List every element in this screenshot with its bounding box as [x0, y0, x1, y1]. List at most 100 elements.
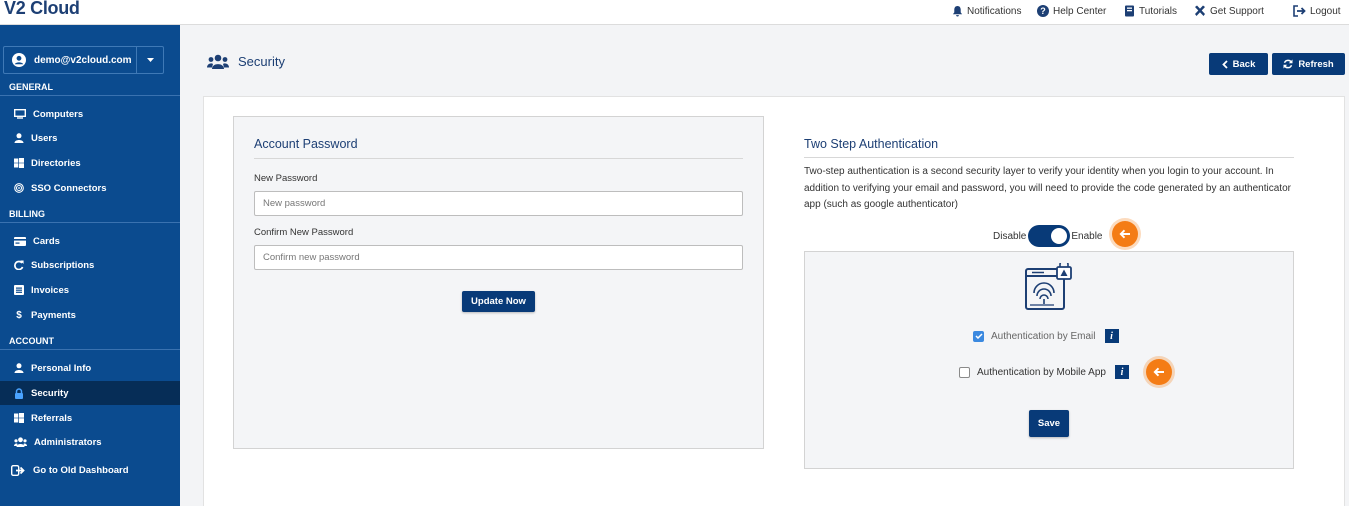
sidebar-item-security[interactable]: Security: [0, 381, 180, 405]
disable-label: Disable: [993, 230, 1027, 242]
sign-out-icon: [11, 464, 25, 476]
account-menu[interactable]: demo@v2cloud.com: [4, 53, 136, 67]
save-button[interactable]: Save: [1029, 410, 1069, 437]
auth-email-checkbox[interactable]: [973, 330, 984, 342]
new-password-input[interactable]: [254, 191, 743, 216]
top-bar: V2 Cloud Notifications ? Help Center Tut…: [0, 0, 1349, 25]
chevron-left-icon: [1221, 59, 1228, 69]
sidebar-item-label: Security: [31, 387, 69, 399]
tools-icon: [1195, 5, 1205, 16]
account-password-title: Account Password: [254, 137, 358, 151]
sidebar-item-label: Invoices: [31, 284, 70, 296]
two-step-title: Two Step Authentication: [804, 137, 939, 151]
sidebar-item-administrators[interactable]: Administrators: [0, 430, 180, 454]
svg-text:?: ?: [1040, 6, 1046, 16]
toggle-callout: [1112, 221, 1138, 247]
sidebar-item-computers[interactable]: Computers: [0, 102, 180, 126]
notifications-link[interactable]: Notifications: [952, 3, 1021, 19]
account-password-panel: [233, 116, 764, 449]
sidebar-item-subscriptions[interactable]: Subscriptions: [0, 253, 180, 277]
sidebar-item-label: Payments: [31, 309, 76, 321]
bell-icon: [952, 5, 963, 17]
get-support-link[interactable]: Get Support: [1194, 3, 1264, 19]
app-logo[interactable]: V2 Cloud: [4, 0, 80, 19]
back-label: Back: [1232, 58, 1256, 70]
confirm-password-input[interactable]: [254, 245, 743, 270]
arrow-left-icon: [1119, 229, 1130, 239]
caret-down-icon: [146, 58, 154, 62]
auth-mobile-label: Authentication by Mobile App: [977, 366, 1106, 378]
users-icon: [207, 54, 229, 69]
confirm-password-label: Confirm New Password: [254, 227, 354, 238]
refresh-button[interactable]: Refresh: [1272, 53, 1345, 75]
sidebar-item-label: Users: [31, 132, 58, 144]
divider: [254, 158, 743, 159]
page-title-text: Security: [238, 54, 285, 69]
refresh-label: Refresh: [1298, 58, 1334, 70]
sidebar: demo@v2cloud.com GENERAL Computers Users…: [0, 25, 180, 506]
auth-mobile-info-icon[interactable]: i: [1114, 365, 1129, 379]
section-billing: BILLING: [0, 206, 180, 223]
divider: [804, 157, 1294, 158]
account-caret-button[interactable]: [136, 47, 163, 73]
sidebar-item-cards[interactable]: Cards: [0, 229, 180, 253]
sidebar-item-personal-info[interactable]: Personal Info: [0, 356, 180, 380]
mobile-callout: [1146, 359, 1172, 385]
section-general: GENERAL: [0, 79, 180, 96]
sidebar-item-directories[interactable]: Directories: [0, 151, 180, 175]
get-support-label: Get Support: [1210, 5, 1264, 17]
sidebar-item-sso-connectors[interactable]: SSO Connectors: [0, 176, 180, 200]
two-step-toggle[interactable]: [1028, 225, 1071, 247]
logout-label: Logout: [1310, 5, 1341, 17]
back-button[interactable]: Back: [1209, 53, 1268, 75]
account-email: demo@v2cloud.com: [34, 54, 132, 66]
check-icon: [974, 333, 983, 339]
sync-icon: [1283, 59, 1293, 69]
sidebar-item-label: Go to Old Dashboard: [33, 464, 129, 476]
sidebar-item-label: SSO Connectors: [31, 182, 107, 194]
auth-email-row: Authentication by Email i: [973, 328, 1119, 344]
user-icon: [14, 363, 24, 373]
auth-mobile-checkbox[interactable]: [959, 366, 970, 378]
book-icon: [1125, 5, 1134, 17]
page-title: Security: [207, 54, 285, 69]
auth-email-label: Authentication by Email: [991, 330, 1096, 342]
arrow-left-icon: [1153, 367, 1164, 377]
help-center-link[interactable]: ? Help Center: [1037, 3, 1106, 19]
tutorials-link[interactable]: Tutorials: [1124, 3, 1177, 19]
enable-label: Enable: [1071, 230, 1103, 242]
dollar-icon: $: [16, 309, 22, 321]
windows-icon: [14, 413, 24, 423]
auth-email-info-icon[interactable]: i: [1104, 329, 1119, 343]
sidebar-item-label: Personal Info: [31, 362, 92, 374]
sidebar-item-referrals[interactable]: Referrals: [0, 406, 180, 430]
account-dropdown[interactable]: demo@v2cloud.com: [3, 46, 164, 74]
toggle-knob: [1051, 228, 1068, 244]
update-now-button[interactable]: Update Now: [462, 291, 535, 312]
tutorials-label: Tutorials: [1139, 5, 1177, 17]
logout-link[interactable]: Logout: [1293, 3, 1341, 19]
sidebar-item-payments[interactable]: $ Payments: [0, 303, 180, 327]
secure-login-icon: [1025, 263, 1072, 310]
logout-icon: [1293, 5, 1306, 17]
sidebar-item-label: Directories: [31, 157, 81, 169]
windows-icon: [14, 158, 24, 168]
user-circle-icon: [12, 53, 26, 67]
credit-card-icon: [14, 236, 26, 246]
monitor-icon: [14, 109, 26, 119]
sidebar-item-invoices[interactable]: Invoices: [0, 278, 180, 302]
invoice-icon: [14, 285, 24, 295]
users-icon: [14, 437, 27, 447]
auth-mobile-row: Authentication by Mobile App i: [959, 364, 1129, 380]
sidebar-item-users[interactable]: Users: [0, 126, 180, 150]
sidebar-item-label: Computers: [33, 108, 84, 120]
two-step-description: Two-step authentication is a second secu…: [804, 166, 1291, 210]
notifications-label: Notifications: [967, 5, 1022, 17]
two-step-toggle-row: Disable Enable: [993, 225, 1103, 247]
sidebar-item-label: Cards: [33, 235, 60, 247]
sidebar-item-old-dashboard[interactable]: Go to Old Dashboard: [0, 458, 180, 482]
new-password-label: New Password: [254, 173, 318, 184]
sidebar-item-label: Referrals: [31, 412, 73, 424]
redo-icon: [14, 260, 24, 270]
fingerprint-icon: [14, 183, 24, 193]
